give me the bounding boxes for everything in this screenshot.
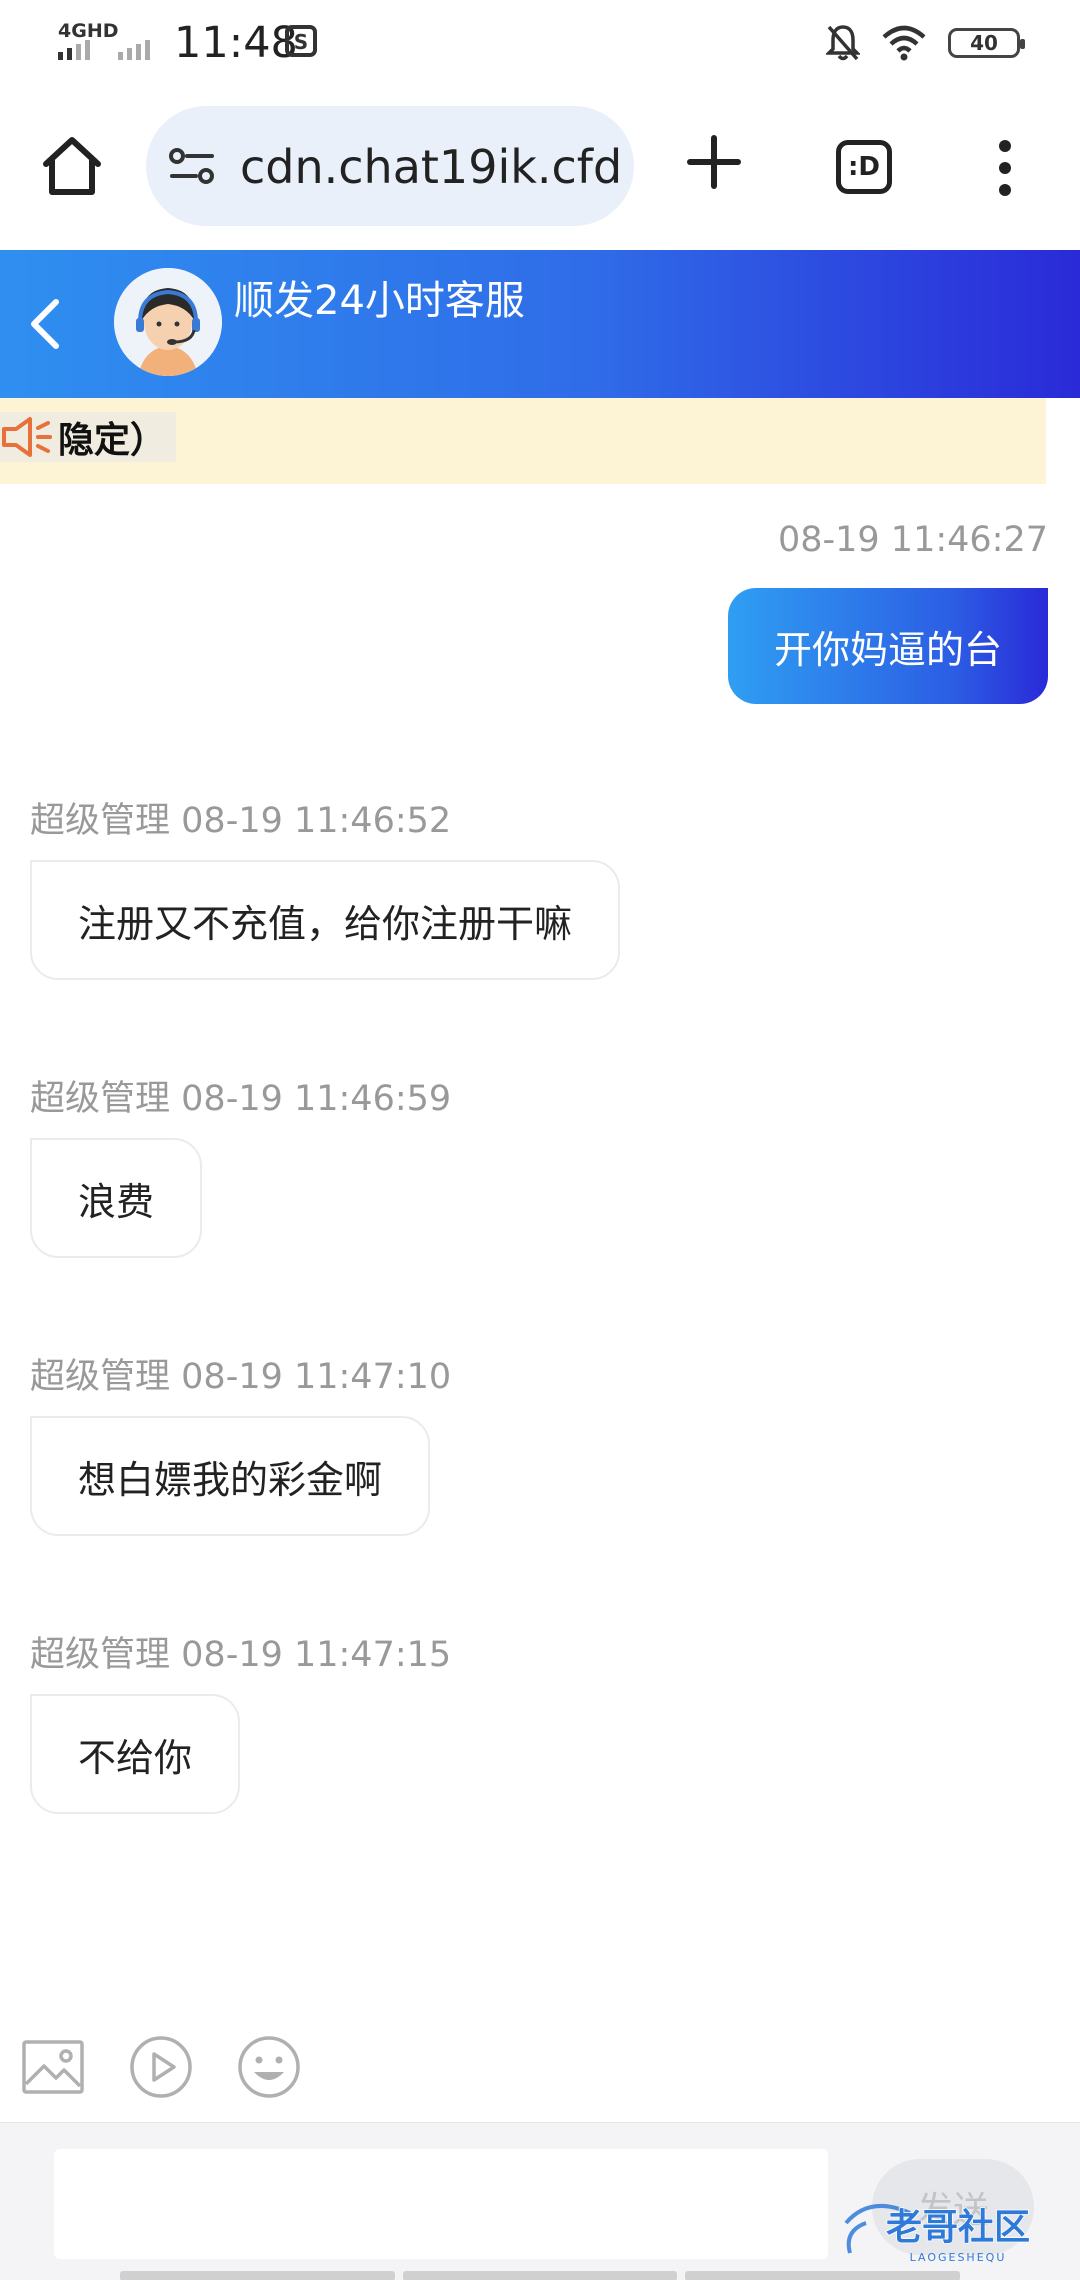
svg-text:S: S: [294, 30, 308, 54]
status-right-icons: 40: [826, 18, 1025, 68]
network-type: 4GHD: [58, 20, 119, 42]
laoge-shequ-watermark: 老哥社区 LAOGESHEQU: [844, 2204, 1031, 2264]
app-notification-icon: S: [285, 25, 317, 57]
message-timestamp: 08-19 11:46:52: [181, 801, 452, 841]
emoji-icon[interactable]: [236, 2034, 302, 2100]
message-timestamp: 08-19 11:47:10: [181, 1357, 452, 1397]
watermark-text: 老哥社区: [886, 2207, 1030, 2248]
new-tab-icon[interactable]: [684, 132, 744, 192]
message-input-bar: 发送 老哥社区 LAOGESHEQU: [0, 2122, 1080, 2280]
browser-toolbar: cdn.chat19ik.cfd :D: [0, 102, 1080, 230]
wifi-icon: [882, 25, 926, 61]
watermark-subtext: LAOGESHEQU: [910, 2251, 1007, 2264]
address-bar[interactable]: cdn.chat19ik.cfd: [146, 106, 634, 226]
notice-banner: 隐定）: [0, 398, 1046, 484]
sender-name: 超级管理: [30, 801, 171, 841]
tab-switcher-button[interactable]: :D: [836, 140, 892, 194]
notice-text: 隐定）: [58, 420, 167, 461]
url-text: cdn.chat19ik.cfd: [240, 140, 623, 194]
notice-content: 隐定）: [0, 412, 177, 462]
status-bar: 4GHD 11:48 S 40: [0, 0, 1080, 86]
speaker-icon: [2, 417, 52, 457]
signal-icon: [58, 40, 90, 60]
back-arrow-icon[interactable]: [20, 294, 70, 354]
incoming-meta: 超级管理 08-19 11:46:59: [30, 1070, 451, 1121]
status-time: 11:48: [174, 18, 298, 68]
incoming-meta: 超级管理 08-19 11:47:15: [30, 1626, 451, 1677]
site-settings-icon[interactable]: [168, 146, 216, 186]
incoming-meta: 超级管理 08-19 11:46:52: [30, 792, 451, 843]
sender-name: 超级管理: [30, 1635, 171, 1675]
incoming-message-bubble: 想白嫖我的彩金啊: [30, 1416, 431, 1536]
incoming-message-bubble: 注册又不充值，给你注册干嘛: [30, 860, 621, 980]
bottom-scroll-indicator: [120, 2271, 961, 2280]
image-icon[interactable]: [20, 2034, 86, 2100]
more-menu-icon[interactable]: [990, 138, 1020, 198]
incoming-meta: 超级管理 08-19 11:47:10: [30, 1348, 451, 1399]
incoming-message-bubble: 不给你: [30, 1694, 241, 1814]
sender-name: 超级管理: [30, 1079, 171, 1119]
agent-avatar: [114, 268, 222, 376]
video-play-icon[interactable]: [128, 2034, 194, 2100]
bell-muted-icon: [826, 25, 860, 61]
page: 4GHD 11:48 S 40 cdn.chat19ik.cfd:D 顺发24…: [0, 0, 1080, 2280]
sender-name: 超级管理: [30, 1357, 171, 1397]
signal-secondary-icon: [118, 40, 150, 60]
home-icon[interactable]: [38, 132, 106, 200]
incoming-message-bubble: 浪费: [30, 1138, 203, 1258]
chat-header: 顺发24小时客服: [0, 250, 1080, 398]
agent-name: 顺发24小时客服: [234, 278, 525, 324]
support-agent-icon: [114, 268, 222, 376]
battery-indicator: 40: [948, 28, 1025, 58]
message-timestamp: 08-19 11:47:15: [181, 1635, 452, 1675]
message-input[interactable]: [54, 2149, 828, 2259]
composer-tools: [0, 2034, 1080, 2106]
outgoing-message-bubble: 开你妈逼的台: [727, 588, 1048, 704]
outgoing-timestamp: 08-19 11:46:27: [777, 520, 1048, 560]
message-timestamp: 08-19 11:46:59: [181, 1079, 452, 1119]
